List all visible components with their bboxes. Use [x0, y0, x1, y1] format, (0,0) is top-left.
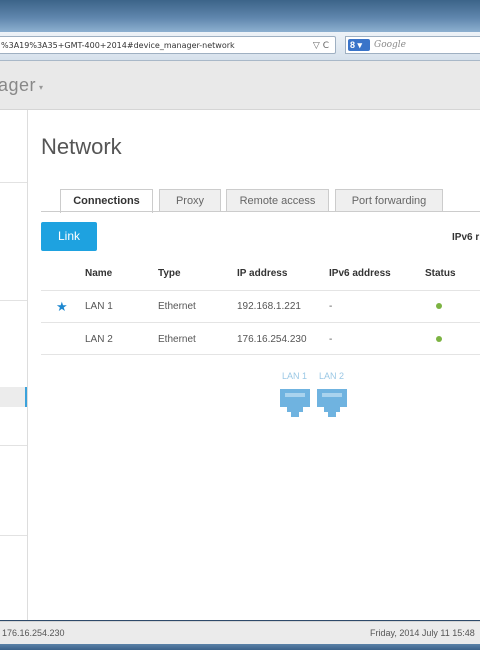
table-divider — [41, 290, 480, 291]
table-divider — [41, 354, 480, 355]
tab-port-forwarding[interactable]: Port forwarding — [335, 189, 443, 212]
status-dot-icon — [436, 303, 442, 309]
column-header-ip[interactable]: IP address — [237, 268, 287, 279]
app-title[interactable]: ager — [0, 75, 36, 96]
browser-address-row: %3A19%3A35+GMT-400+2014#device_manager-n… — [0, 32, 480, 61]
footer-ip: 176.16.254.230 — [2, 628, 65, 638]
tab-connections[interactable]: Connections — [60, 189, 153, 213]
link-button[interactable]: Link — [41, 222, 97, 251]
url-bar[interactable]: %3A19%3A35+GMT-400+2014#device_manager-n… — [0, 36, 336, 54]
ethernet-port-icon[interactable] — [280, 389, 310, 417]
cell-type: Ethernet — [158, 301, 196, 312]
status-bar: 176.16.254.230 Friday, 2014 July 11 15:4… — [0, 621, 480, 644]
column-header-status[interactable]: Status — [425, 268, 456, 279]
reload-icon[interactable]: ▽ C — [313, 37, 329, 53]
cell-ip: 192.168.1.221 — [237, 301, 301, 312]
cell-name: LAN 2 — [85, 334, 113, 345]
cell-type: Ethernet — [158, 334, 196, 345]
tab-remote-access[interactable]: Remote access — [226, 189, 329, 212]
main-content: Network Connections Proxy Remote access … — [28, 110, 480, 620]
window-bottom-border — [0, 644, 480, 650]
footer-datetime: Friday, 2014 July 11 15:48 — [370, 628, 475, 638]
sidebar — [0, 110, 28, 620]
cell-ipv6: - — [329, 301, 333, 312]
star-icon[interactable]: ★ — [56, 299, 68, 315]
tab-proxy[interactable]: Proxy — [159, 189, 221, 212]
url-text: %3A19%3A35+GMT-400+2014#device_manager-n… — [1, 41, 235, 50]
sidebar-item-active[interactable] — [0, 387, 27, 407]
column-header-type[interactable]: Type — [158, 268, 181, 279]
column-header-ipv6[interactable]: IPv6 address — [329, 268, 391, 279]
ethernet-port-icon[interactable] — [317, 389, 347, 417]
port-label-lan1: LAN 1 — [282, 371, 308, 381]
app-header: ager ▾ — [0, 61, 480, 110]
chevron-down-icon[interactable]: ▾ — [39, 83, 43, 92]
browser-titlebar — [0, 0, 480, 32]
sidebar-divider — [0, 445, 27, 446]
page-title: Network — [41, 134, 122, 159]
sidebar-divider — [0, 182, 27, 183]
tabs-divider — [41, 211, 480, 212]
status-dot-icon — [436, 336, 442, 342]
search-engine-icon[interactable]: 8 ▾ — [348, 39, 370, 51]
cell-ipv6: - — [329, 334, 333, 345]
port-label-lan2: LAN 2 — [319, 371, 345, 381]
sidebar-divider — [0, 300, 27, 301]
table-divider — [41, 322, 480, 323]
search-input[interactable]: 8 ▾ Google — [345, 36, 480, 54]
cell-ip: 176.16.254.230 — [237, 334, 307, 345]
sidebar-divider — [0, 535, 27, 536]
column-header-name[interactable]: Name — [85, 268, 112, 279]
ipv6-label: IPv6 r — [452, 232, 480, 243]
search-placeholder: Google — [374, 40, 406, 50]
cell-name: LAN 1 — [85, 301, 113, 312]
